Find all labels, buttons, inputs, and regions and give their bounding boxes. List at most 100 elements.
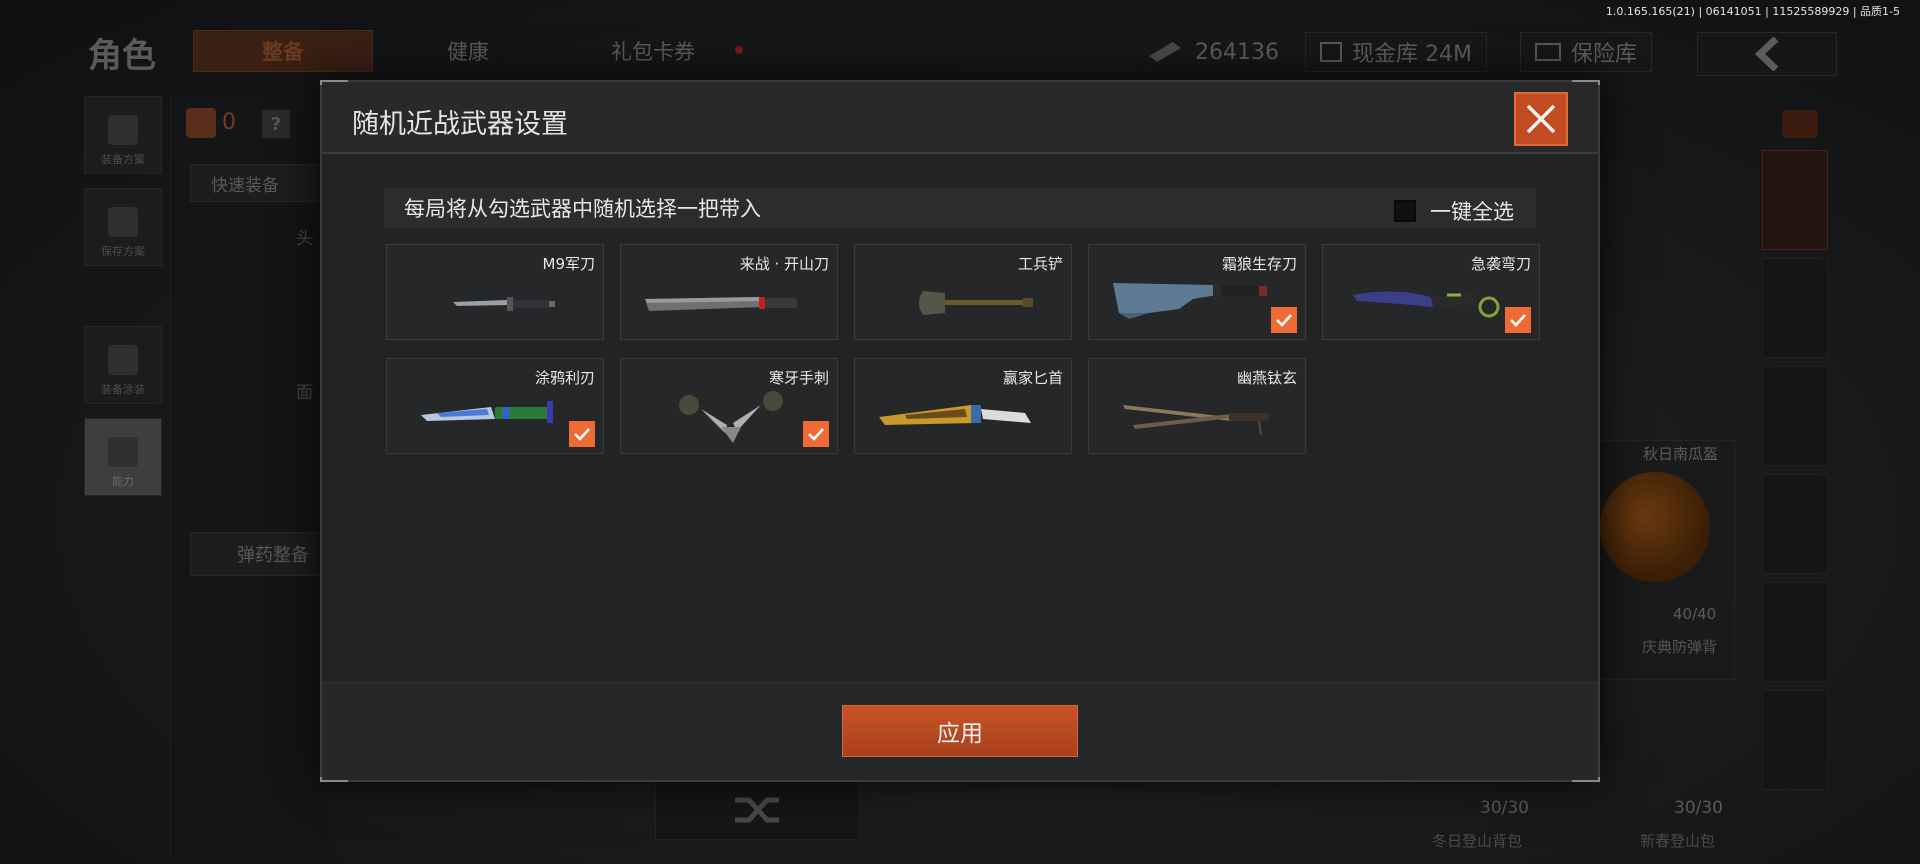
info-text: 每局将从勾选武器中随机选择一把带入 [404, 197, 761, 221]
left-sidebar: 装备方案 保存方案 装备涂装 能力 [84, 96, 162, 510]
tab-gift-cards[interactable]: 礼包卡券 [563, 30, 743, 72]
weapon-card-twin-blade[interactable]: 幽燕钛玄 [1088, 358, 1306, 454]
head-slot-label: 头 [296, 229, 313, 249]
vault-icon [1320, 42, 1342, 62]
machete-icon [645, 297, 797, 311]
dialog-title: 随机近战武器设置 [352, 109, 568, 140]
item-name: 庆典防弹背 [1642, 638, 1718, 656]
item-durability: 30/30 [1480, 798, 1529, 818]
dialog-footer: 应用 [322, 682, 1598, 780]
checkmark-icon [1276, 314, 1292, 327]
sidebar-item-save[interactable]: 保存方案 [84, 188, 162, 266]
apply-label: 应用 [937, 721, 983, 747]
gold-dagger-icon [879, 405, 1031, 425]
karambit-icon [1353, 291, 1500, 318]
weapon-card-survival-knife[interactable]: 霜狼生存刀 [1088, 244, 1306, 340]
banknote-icon [1149, 42, 1181, 62]
rail-item-gear[interactable] [1762, 582, 1828, 682]
checkmark-icon [808, 428, 824, 441]
random-melee-dialog: 随机近战武器设置 每局将从勾选武器中随机选择一把带入 一键全选 M9军刀 来战 … [320, 80, 1600, 782]
weapon-name: 急袭弯刀 [1470, 255, 1531, 273]
random-shuffle-button[interactable] [655, 780, 860, 840]
bayonet-icon [453, 297, 555, 311]
currency-value: 264136 [1195, 39, 1279, 65]
select-all-label: 一键全选 [1430, 200, 1514, 224]
info-bar: 每局将从勾选武器中随机选择一把带入 一键全选 [384, 188, 1536, 228]
left-panel [170, 96, 330, 856]
weapon-name: 来战 · 开山刀 [739, 255, 829, 273]
download-icon [108, 207, 138, 237]
sidebar-item-skins[interactable]: 装备涂装 [84, 326, 162, 404]
rail-item-helmet[interactable] [1762, 150, 1828, 250]
select-all-toggle[interactable]: 一键全选 [1394, 196, 1514, 226]
weapon-card-push-dagger[interactable]: 寒牙手刺 [620, 358, 838, 454]
sidebar-item-label: 装备涂装 [101, 383, 145, 396]
weapon-name: 涂鸦利刃 [534, 369, 595, 387]
rail-item-mag[interactable] [1762, 474, 1828, 574]
ammo-prep-button[interactable]: 弹药整备 [190, 532, 330, 576]
checkmark-icon [1510, 314, 1526, 327]
weapon-card-shovel[interactable]: 工兵铲 [854, 244, 1072, 340]
check-icon[interactable] [1505, 307, 1531, 333]
push-dagger-icon [679, 391, 783, 443]
sidebar-item-ability[interactable]: 能力 [84, 418, 162, 496]
quick-equip-button[interactable]: 快速装备 [190, 164, 325, 202]
rail-item-rifle[interactable] [1762, 366, 1828, 466]
weapon-name: 工兵铲 [1017, 255, 1063, 273]
ammo-prep-label: 弹药整备 [237, 545, 309, 566]
armor-icon [186, 108, 216, 138]
weapon-name: M9军刀 [542, 255, 596, 273]
sidebar-item-label: 能力 [112, 475, 134, 488]
right-rail [1762, 150, 1828, 850]
weapon-card-graffiti[interactable]: 涂鸦利刃 [386, 358, 604, 454]
pumpkin-helmet-image [1600, 472, 1710, 582]
armor-count: 0 [222, 110, 236, 135]
game-screen: 1.0.165.165(21) | 06141051 | 11525589929… [0, 0, 1920, 864]
close-button[interactable] [1514, 92, 1568, 146]
quick-equip-label: 快速装备 [211, 175, 279, 196]
sidebar-item-label: 保存方案 [101, 245, 145, 258]
select-all-checkbox[interactable] [1394, 200, 1416, 222]
rail-item-bag[interactable] [1762, 690, 1828, 790]
safe-vault-label: 保险库 [1571, 42, 1638, 67]
sidebar-item-label: 装备方案 [101, 153, 145, 166]
tab-health[interactable]: 健康 [378, 30, 558, 72]
twin-blade-icon [1123, 405, 1269, 436]
graffiti-blade-icon [421, 401, 553, 423]
check-icon[interactable] [1271, 307, 1297, 333]
safe-icon [1535, 43, 1561, 61]
item-durability: 40/40 [1673, 605, 1717, 623]
checkmark-icon [574, 428, 590, 441]
cash-vault-button[interactable]: 现金库 24M [1305, 32, 1487, 72]
shuffle-icon [734, 797, 779, 823]
weapon-name: 赢家匕首 [1002, 369, 1063, 387]
help-icon[interactable]: ? [262, 110, 290, 138]
layers-icon[interactable] [1782, 110, 1818, 138]
tab-equip[interactable]: 整备 [193, 30, 373, 72]
chevron-left-icon [1754, 37, 1779, 71]
top-bar: 角色 整备 健康 礼包卡券 264136 现金库 24M 保险库 [0, 20, 1920, 76]
item-name: 冬日登山背包 [1432, 832, 1523, 850]
weapon-card-machete[interactable]: 来战 · 开山刀 [620, 244, 838, 340]
survival-knife-icon [1113, 283, 1267, 319]
rail-item-vest[interactable] [1762, 258, 1828, 358]
face-slot-label: 面 [296, 383, 313, 403]
vest-icon [108, 115, 138, 145]
close-icon [1526, 104, 1556, 134]
weapon-card-gold-dagger[interactable]: 赢家匕首 [854, 358, 1072, 454]
item-durability: 30/30 [1674, 798, 1723, 818]
back-button[interactable] [1697, 32, 1837, 76]
lightning-icon [108, 437, 138, 467]
weapon-card-m9[interactable]: M9军刀 [386, 244, 604, 340]
check-icon[interactable] [803, 421, 829, 447]
item-name: 秋日南瓜盔 [1643, 445, 1719, 463]
version-text: 1.0.165.165(21) | 06141051 | 11525589929… [1605, 5, 1900, 18]
notification-dot [735, 46, 743, 54]
item-name: 新春登山包 [1640, 832, 1716, 850]
apply-button[interactable]: 应用 [842, 705, 1078, 757]
sidebar-item-loadout[interactable]: 装备方案 [84, 96, 162, 174]
weapon-card-karambit[interactable]: 急袭弯刀 [1322, 244, 1540, 340]
check-icon[interactable] [569, 421, 595, 447]
safe-vault-button[interactable]: 保险库 [1520, 32, 1653, 72]
dialog-header: 随机近战武器设置 [322, 82, 1598, 154]
